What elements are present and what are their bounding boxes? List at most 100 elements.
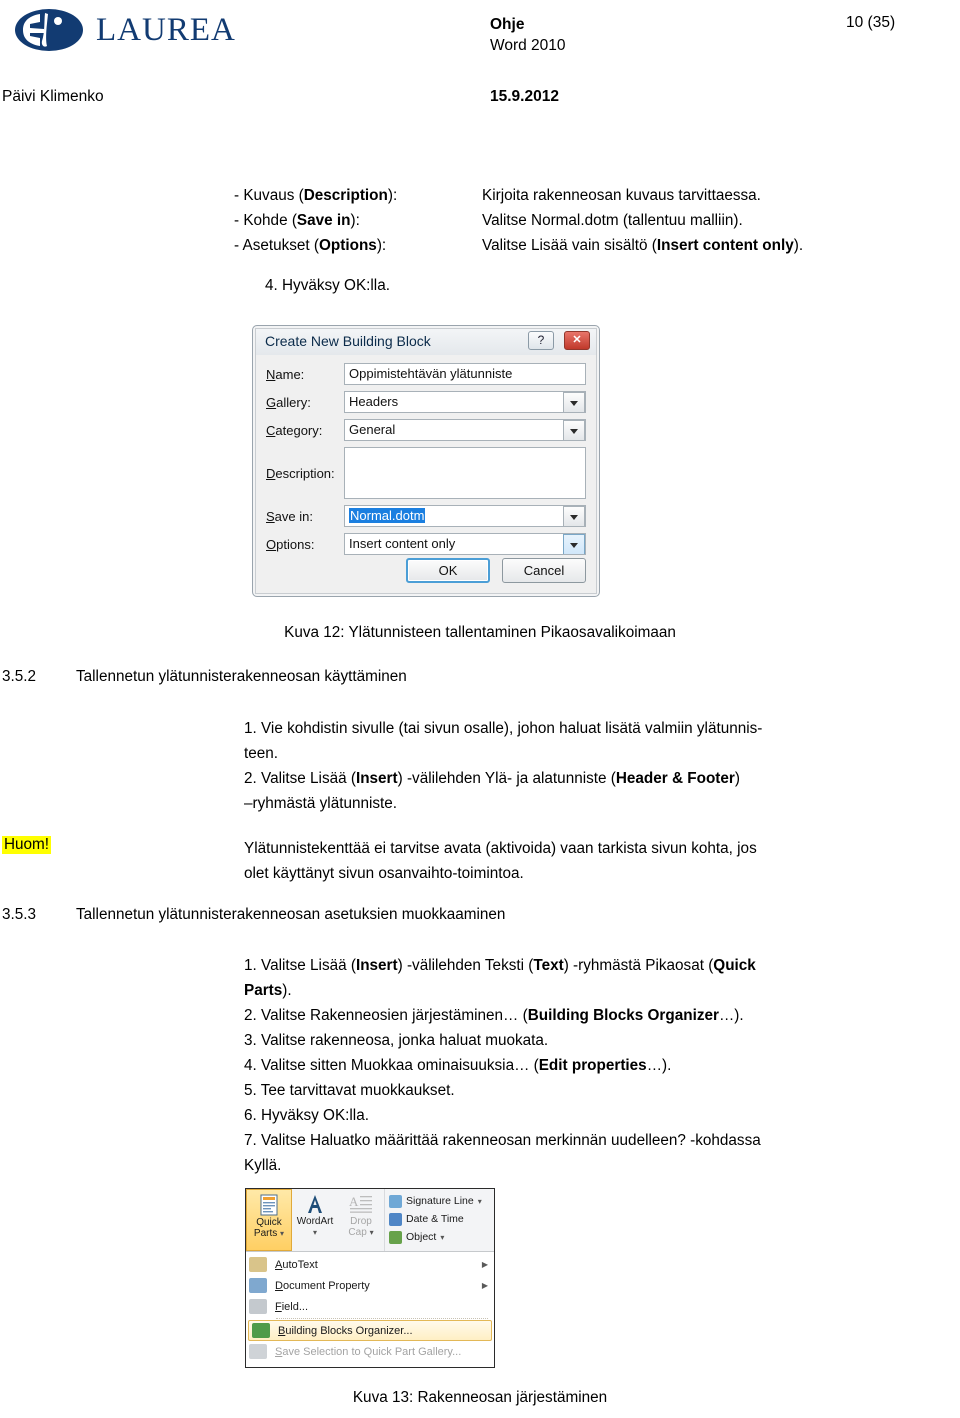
drop-cap-label-text: Cap [348,1227,367,1238]
chevron-down-icon[interactable]: ▾ [440,1233,444,1242]
menu-item-document-property[interactable]: Document Property ▶ [246,1275,494,1296]
list-item: 1. Valitse Lisää (Insert) -välilehden Te… [244,953,950,978]
description-textarea[interactable] [344,447,586,499]
procedure-list-3-5-3: 1. Valitse Lisää (Insert) -välilehden Te… [244,953,950,1178]
cancel-button[interactable]: Cancel [502,558,586,583]
field-row-description: Description: [266,447,586,499]
menu-item-field[interactable]: Field... [246,1296,494,1317]
field-row-name: Name: Oppimistehtävän ylätunniste [266,363,586,385]
building-blocks-organizer-label: Building Blocks Organizer... [278,1325,491,1337]
quick-parts-button[interactable]: Quick Parts ▾ [246,1189,292,1251]
gallery-combobox[interactable]: Headers [344,391,586,413]
object-icon [389,1230,402,1244]
figure-caption-12: Kuva 12: Ylätunnisteen tallentaminen Pik… [284,624,676,641]
drop-cap-label-line2: Cap ▾ [348,1227,373,1238]
definition-description: Valitse Normal.dotm (tallentuu malliin). [482,212,743,229]
options-combobox[interactable]: Insert content only [344,533,586,555]
text-part: …). [718,1007,744,1024]
term-prefix: - Kohde ( [234,212,297,229]
chevron-down-icon[interactable] [563,392,585,412]
text-part: 2. Valitse Rakenneosien järjestäminen… ( [244,1007,528,1024]
wordart-button[interactable]: WordArt ▾ [292,1189,338,1251]
menu-item-building-blocks-organizer[interactable]: Building Blocks Organizer... [248,1320,492,1341]
chevron-down-icon[interactable]: ▾ [478,1197,482,1206]
note-text: Ylätunnistekenttää ei tarvitse avata (ak… [244,836,950,886]
note-line: olet käyttänyt sivun osanvaihto-toiminto… [244,865,524,882]
chevron-down-icon[interactable] [563,534,585,554]
name-input[interactable]: Oppimistehtävän ylätunniste [344,363,586,385]
list-item-continuation: Kyllä. [244,1157,282,1174]
definition-term: - Asetukset (Options): [234,233,482,258]
text-part: 1. Valitse Lisää ( [244,957,356,974]
list-item-continuation: –ryhmästä ylätunniste. [244,795,398,812]
caret-glyph [570,542,578,548]
document-author: Päivi Klimenko [2,88,104,105]
name-label: Name: [266,366,305,382]
chevron-right-icon: ▶ [481,1260,488,1269]
doc-subtitle: Word 2010 [490,37,566,54]
date-time-label: Date & Time [406,1213,464,1225]
category-label: Category: [266,422,323,438]
date-and-time-button[interactable]: Date & Time [389,1210,494,1228]
label-rest: ield... [281,1300,309,1313]
insert-content-only-bold: Insert content only [656,237,794,254]
definition-row: - Kuvaus (Description): Kirjoita rakenne… [234,183,803,208]
building-blocks-organizer-bold: Building Blocks Organizer [527,1007,719,1024]
text-part: …). [646,1057,672,1074]
autotext-icon [249,1257,267,1272]
text-part: 2. Valitse Lisää ( [244,770,356,787]
caret-glyph [570,400,578,406]
dialog-body: Name: Oppimistehtävän ylätunniste Galler… [256,355,596,593]
insert-bold: Insert [355,770,398,787]
term-bold: Save in [296,212,351,229]
list-item: 6. Hyväksy OK:lla. [244,1107,369,1124]
accel-char: D [275,1279,283,1292]
save-in-combobox[interactable]: Normal.dotm [344,505,586,527]
signature-line-button[interactable]: Signature Line ▾ [389,1192,494,1210]
term-prefix: - Kuvaus ( [234,187,304,204]
chevron-down-icon[interactable] [563,506,585,526]
list-item: 7. Valitse Haluatko määrittää rakenneosa… [244,1132,761,1149]
drop-cap-button: A Drop Cap ▾ [338,1189,384,1251]
text-part: ) -välilehden Teksti ( [397,957,534,974]
quick-parts-label-line2: Parts ▾ [254,1228,284,1239]
menu-item-autotext[interactable]: AutoText ▶ [246,1254,494,1275]
menu-separator [276,1318,488,1319]
text-part: 4. Valitse sitten Muokkaa ominaisuuksia…… [244,1057,539,1074]
chevron-right-icon: ▶ [481,1281,488,1290]
caret-glyph [570,428,578,434]
close-icon[interactable]: ✕ [564,331,590,350]
label-rest: uilding Blocks Organizer... [285,1324,413,1337]
laurea-logo-mark [15,9,83,51]
help-icon[interactable]: ? [528,331,554,350]
field-label: Field... [275,1301,494,1313]
definition-description: Kirjoita rakenneosan kuvaus tarvittaessa… [482,187,761,204]
chevron-down-icon[interactable]: ▾ [313,1228,317,1237]
page-number: 10 (35) [846,14,896,31]
category-combobox[interactable]: General [344,419,586,441]
ok-button[interactable]: OK [406,558,490,583]
list-item: 1. Vie kohdistin sivulle (tai sivun osal… [244,720,763,737]
chevron-down-icon[interactable] [563,420,585,440]
figure-caption-13: Kuva 13: Rakenneosan järjestäminen [352,1389,608,1406]
heading-number: 3.5.3 [2,906,37,923]
text-part: ) -välilehden Ylä- ja alatunniste ( [397,770,616,787]
term-suffix: ): [350,212,360,229]
list-item: 5. Tee tarvittavat muokkaukset. [244,1082,455,1099]
quick-parts-label-text: Parts [253,1228,278,1239]
parts-bold: Parts [244,982,283,999]
wordart-dropdown[interactable]: ▾ [313,1227,317,1238]
label-rest: ocument Property [282,1279,370,1292]
field-row-category: Category: General [266,419,586,441]
field-icon [249,1299,267,1314]
text-part: ) -ryhmästä Pikaosat ( [563,957,714,974]
object-button[interactable]: Object ▾ [389,1228,494,1246]
dialog-title-bar: Create New Building Block ? ✕ [256,329,596,355]
chevron-down-icon[interactable]: ▾ [280,1229,284,1238]
quick-parts-glyph [260,1194,278,1216]
save-selection-label: Save Selection to Quick Part Gallery... [275,1346,494,1358]
field-row-options: Options: Insert content only [266,533,586,555]
insert-bold: Insert [355,957,398,974]
wordart-glyph [308,1195,322,1213]
dialog-button-bar: OK Cancel [406,558,586,583]
